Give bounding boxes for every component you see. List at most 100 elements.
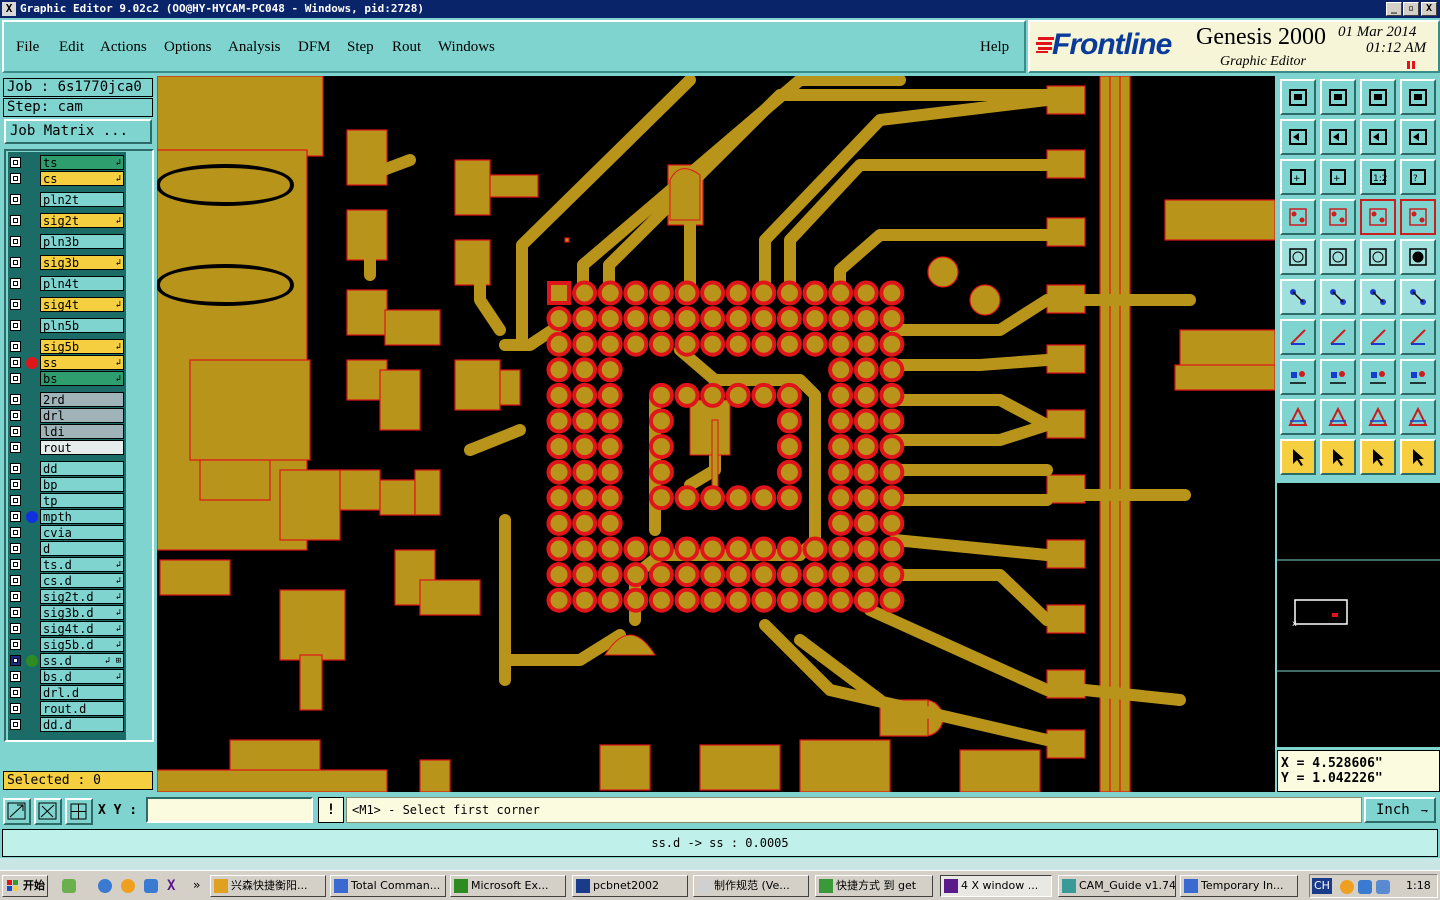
job-matrix-button[interactable]: Job Matrix ... (4, 119, 152, 144)
select-shape-tool-button[interactable] (1320, 239, 1356, 275)
layer-checkbox[interactable] (10, 442, 21, 453)
split-tool-button[interactable] (1400, 319, 1436, 355)
menu-rout[interactable]: Rout (392, 39, 421, 56)
layer-name[interactable]: sig4t.d ↲ (40, 621, 124, 636)
ratio-tool-button[interactable]: 1:2 (1360, 159, 1396, 195)
menu-edit[interactable]: Edit (59, 39, 84, 56)
taskbar-task[interactable]: Temporary In... (1180, 875, 1298, 897)
layer-checkbox[interactable] (10, 543, 21, 554)
grid-tool-button[interactable] (1320, 199, 1356, 235)
zoom-fit-tool-button[interactable]: + (1280, 159, 1316, 195)
layer-row[interactable]: d (8, 541, 126, 556)
layer-name[interactable]: ldi (40, 424, 124, 439)
tray-display-icon[interactable] (1376, 880, 1390, 894)
close-button[interactable]: X (1421, 2, 1437, 16)
layer-row[interactable]: pln4t (8, 276, 126, 291)
layer-checkbox[interactable] (10, 687, 21, 698)
layer-checkbox[interactable] (10, 591, 21, 602)
menu-analysis[interactable]: Analysis (228, 39, 281, 56)
copy-tool-button[interactable] (1400, 359, 1436, 395)
layer-checkbox[interactable] (10, 479, 21, 490)
layer-checkbox[interactable] (10, 463, 21, 474)
layer-name[interactable]: rout.d (40, 701, 124, 716)
layer-row[interactable]: cs.d ↲ (8, 573, 126, 588)
taskbar-task[interactable]: Microsoft Ex... (450, 875, 566, 897)
layer-row[interactable]: rout (8, 440, 126, 455)
layer-row[interactable]: cvia (8, 525, 126, 540)
pointer-tool-button[interactable] (1280, 439, 1316, 475)
layer-checkbox[interactable] (10, 394, 21, 405)
taskbar-task[interactable]: 兴森快捷衡阳... (210, 875, 326, 897)
quicklaunch-explorer-icon[interactable] (144, 879, 158, 893)
layer-checkbox[interactable] (10, 527, 21, 538)
layer-row[interactable]: tp (8, 493, 126, 508)
layer-checkbox[interactable] (10, 495, 21, 506)
layer-row[interactable]: bs.d ↲ (8, 669, 126, 684)
layer-name[interactable]: pln5b (40, 318, 124, 333)
export-tool-button[interactable] (1320, 119, 1356, 155)
cross-tool-button[interactable] (1320, 279, 1356, 315)
layer-name[interactable]: sig3b ↲ (40, 255, 124, 270)
angle-tool-button[interactable] (1280, 319, 1316, 355)
layer-name[interactable]: sig4t ↲ (40, 297, 124, 312)
layer-name[interactable]: ts.d ↲ (40, 557, 124, 572)
maximize-button[interactable]: ▫ (1403, 2, 1419, 16)
layer-row[interactable]: pln2t (8, 192, 126, 207)
layer-checkbox[interactable] (10, 703, 21, 714)
arrow-a-tool-button[interactable] (1360, 399, 1396, 435)
layer-checkbox[interactable] (10, 623, 21, 634)
layer-row[interactable]: dd.d (8, 717, 126, 732)
layer-row[interactable]: sig4t ↲ (8, 297, 126, 312)
layer-row[interactable]: sig5b ↲ (8, 339, 126, 354)
net-tool-button[interactable] (1280, 279, 1316, 315)
display-red-tool-button[interactable] (1360, 199, 1396, 235)
home-tool-button[interactable] (1360, 79, 1396, 115)
layer-name[interactable]: tp (40, 493, 124, 508)
layer-row[interactable]: sig4t.d ↲ (8, 621, 126, 636)
layer-checkbox[interactable] (10, 719, 21, 730)
query-tool-button[interactable]: ? (1400, 159, 1436, 195)
layer-name[interactable]: d (40, 541, 124, 556)
tray-clock-icon[interactable] (1340, 880, 1354, 894)
connect-tool-button[interactable] (1360, 279, 1396, 315)
layer-row[interactable]: ts.d ↲ (8, 557, 126, 572)
layer-checkbox[interactable] (10, 215, 21, 226)
pointer-alt-tool-button[interactable] (1320, 439, 1356, 475)
layer-row[interactable]: rout.d (8, 701, 126, 716)
layer-checkbox[interactable] (10, 410, 21, 421)
pause-icon[interactable] (1406, 60, 1416, 70)
layer-checkbox[interactable] (10, 607, 21, 618)
layer-checkbox[interactable] (10, 278, 21, 289)
layer-row[interactable]: sig3b.d ↲ (8, 605, 126, 620)
layer-row[interactable]: ts ↲ (8, 155, 126, 170)
measure-box-tool-button[interactable] (1360, 359, 1396, 395)
menu-step[interactable]: Step (347, 39, 374, 56)
layer-name[interactable]: ss ↲ (40, 355, 124, 370)
line-width-tool-button[interactable] (1280, 199, 1316, 235)
alert-button[interactable]: ! (318, 797, 344, 823)
layer-checkbox[interactable] (10, 257, 21, 268)
layer-row[interactable]: sig3b ↲ (8, 255, 126, 270)
triangle-alt-tool-button[interactable] (1320, 399, 1356, 435)
arrow-b-tool-button[interactable] (1400, 399, 1436, 435)
layer-name[interactable]: bs.d ↲ (40, 669, 124, 684)
tray-network-icon[interactable] (1358, 880, 1372, 894)
menu-options[interactable]: Options (164, 39, 212, 56)
layer-checkbox[interactable] (10, 639, 21, 650)
quicklaunch-ie-icon[interactable] (98, 879, 112, 893)
open-job-tool-button[interactable] (1280, 79, 1316, 115)
taskbar-task[interactable]: 制作规范 (Ve... (693, 875, 809, 897)
overview-panel[interactable]: x (1277, 483, 1440, 747)
pad-tool-button[interactable] (1400, 239, 1436, 275)
layer-row[interactable]: 2rd (8, 392, 126, 407)
layer-row[interactable]: ss ↲ (8, 355, 126, 370)
layer-name[interactable]: sig2t.d ↲ (40, 589, 124, 604)
layer-row[interactable]: mpth (8, 509, 126, 524)
layer-name[interactable]: mpth (40, 509, 124, 524)
layer-row[interactable]: drl (8, 408, 126, 423)
layer-name[interactable]: pln2t (40, 192, 124, 207)
layer-checkbox[interactable] (10, 655, 21, 666)
grid-toggle-button[interactable] (65, 798, 93, 825)
layer-checkbox[interactable] (10, 426, 21, 437)
layer-row[interactable]: pln5b (8, 318, 126, 333)
